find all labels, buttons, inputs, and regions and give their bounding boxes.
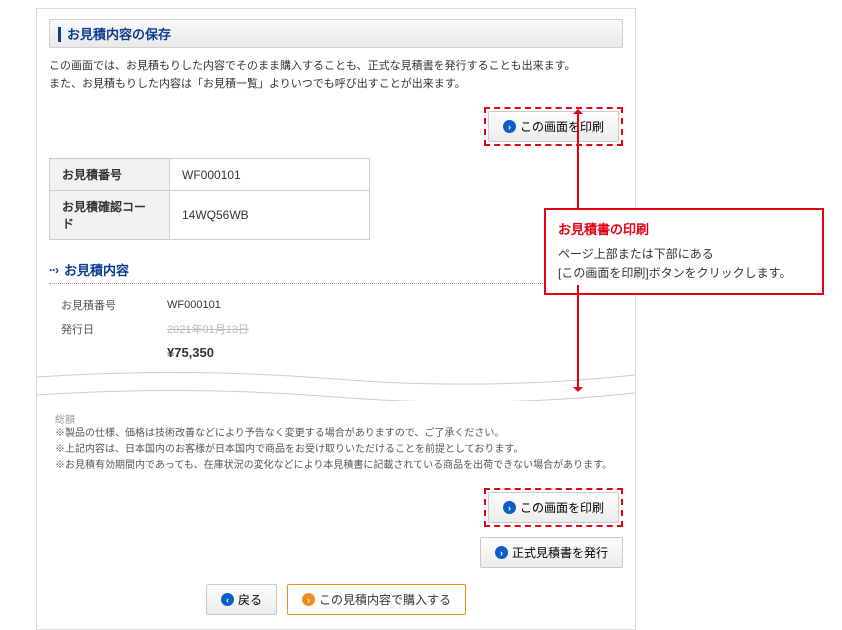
callout-box: お見積書の印刷 ページ上部または下部にある [この画面を印刷]ボタンをクリックし… xyxy=(544,208,824,295)
action-row: ‹ 戻る › この見積内容で購入する xyxy=(49,584,623,615)
quote-number-label: お見積番号 xyxy=(50,159,170,191)
quote-info-table: お見積番号 WF000101 お見積確認コード 14WQ56WB xyxy=(49,158,370,240)
quote-content-table: お見積番号 WF000101 発行日 2021年01月13日 ¥75,350 xyxy=(49,292,623,365)
print-button-label: この画面を印刷 xyxy=(520,118,604,135)
confirm-code-label: お見積確認コード xyxy=(50,191,170,240)
description: この画面では、お見積もりした内容でそのまま購入することも、正式な見積書を発行する… xyxy=(49,58,623,93)
table-row: ¥75,350 xyxy=(51,342,621,363)
back-label: 戻る xyxy=(238,591,262,608)
print-page-button-bottom[interactable]: › この画面を印刷 xyxy=(488,492,619,523)
purchase-label: この見積内容で購入する xyxy=(319,591,451,608)
mini-total-value: ¥75,350 xyxy=(163,342,621,363)
arrow-icon: ··› xyxy=(49,263,58,277)
quote-content-title: お見積内容 xyxy=(64,260,129,279)
print-row-top: › この画面を印刷 xyxy=(49,107,623,146)
back-button[interactable]: ‹ 戻る xyxy=(206,584,277,615)
note-line-3: ※お見積有効期間内であっても、在庫状況の変化などにより本見積書に記載されている商… xyxy=(55,458,623,474)
quote-number-value: WF000101 xyxy=(170,159,370,191)
purchase-button[interactable]: › この見積内容で購入する xyxy=(287,584,466,615)
right-button-stack: › この画面を印刷 › 正式見積書を発行 xyxy=(49,488,623,568)
note-line-1: ※製品の仕様、価格は技術改善などにより予告なく変更する場合がありますので、ご了承… xyxy=(55,426,623,442)
confirm-code-value: 14WQ56WB xyxy=(170,191,370,240)
print-button-label: この画面を印刷 xyxy=(520,499,604,516)
mini-quote-number-value: WF000101 xyxy=(163,294,621,316)
note-line-2: ※上記内容は、日本国内のお客様が日本国内で商品をお受け取りいただけることを前提と… xyxy=(55,442,623,458)
mini-issue-date-value: 2021年01月13日 xyxy=(163,318,621,340)
section-header: お見積内容の保存 xyxy=(49,19,623,48)
notes-block: ※製品の仕様、価格は技術改善などにより予告なく変更する場合がありますので、ご了承… xyxy=(49,426,623,474)
mini-quote-number-label: お見積番号 xyxy=(51,294,161,316)
description-line-2: また、お見積もりした内容は「お見積一覧」よりいつでも呼び出すことが出来ます。 xyxy=(49,76,623,94)
chevron-left-icon: ‹ xyxy=(221,593,234,606)
quote-content-header: ··› お見積内容 xyxy=(49,260,623,284)
callout-title: お見積書の印刷 xyxy=(558,220,810,241)
mini-issue-date-label: 発行日 xyxy=(51,318,161,340)
chevron-right-icon: › xyxy=(503,501,516,514)
quote-save-panel: お見積内容の保存 この画面では、お見積もりした内容でそのまま購入することも、正式… xyxy=(36,8,636,630)
chevron-right-icon: › xyxy=(302,593,315,606)
print-page-button-top[interactable]: › この画面を印刷 xyxy=(488,111,619,142)
highlight-print-top: › この画面を印刷 xyxy=(484,107,623,146)
description-line-1: この画面では、お見積もりした内容でそのまま購入することも、正式な見積書を発行する… xyxy=(49,58,623,76)
chevron-right-icon: › xyxy=(503,120,516,133)
chevron-right-icon: › xyxy=(495,546,508,559)
highlight-print-bottom: › この画面を印刷 xyxy=(484,488,623,527)
table-row: お見積番号 WF000101 xyxy=(51,294,621,316)
callout-line-2: [この画面を印刷]ボタンをクリックします。 xyxy=(558,264,810,283)
table-row: お見積確認コード 14WQ56WB xyxy=(50,191,370,240)
mini-total-spacer xyxy=(51,342,161,363)
table-row: 発行日 2021年01月13日 xyxy=(51,318,621,340)
table-row: お見積番号 WF000101 xyxy=(50,159,370,191)
total-prefix: 総額 xyxy=(49,411,623,426)
page-break-decoration xyxy=(37,371,635,401)
issue-official-quote-button[interactable]: › 正式見積書を発行 xyxy=(480,537,623,568)
callout-line-1: ページ上部または下部にある xyxy=(558,245,810,264)
issue-quote-label: 正式見積書を発行 xyxy=(512,544,608,561)
section-title: お見積内容の保存 xyxy=(58,27,171,42)
